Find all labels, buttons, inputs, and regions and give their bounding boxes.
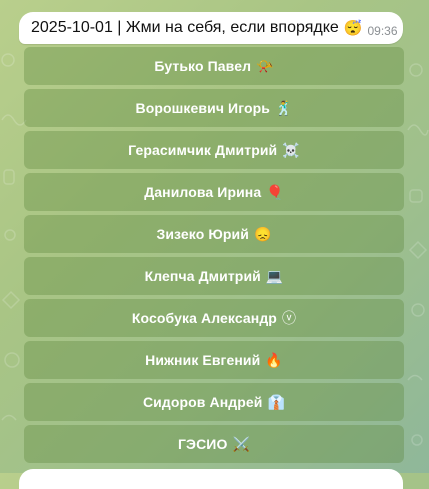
button-label: ГЭСИО (177, 436, 228, 452)
inline-button-gerasimchik[interactable]: Герасимчик Дмитрий ☠️ (24, 131, 404, 169)
circled-v-icon: ⓥ (281, 310, 297, 326)
inline-button-zizeko[interactable]: Зизеко Юрий 😞 (24, 215, 404, 253)
inline-button-voroshkevich[interactable]: Ворошкевич Игорь 🕺 (24, 89, 404, 127)
inline-button-sidorov[interactable]: Сидоров Андрей 👔 (24, 383, 404, 421)
inline-button-butko[interactable]: Бутько Павел 📯 (24, 47, 404, 85)
message-timestamp: 09:36 (367, 24, 398, 38)
laptop-icon: 💻 (265, 267, 284, 284)
button-label: Герасимчик Дмитрий (128, 142, 278, 158)
crossed-swords-icon: ⚔️ (232, 435, 250, 452)
inline-keyboard: Бутько Павел 📯 Ворошкевич Игорь 🕺 Герасимч… (24, 47, 404, 467)
postal-horn-icon: 📯 (256, 57, 274, 74)
button-label: Кособука Александр (131, 310, 277, 326)
button-label: Ворошкевич Игорь (135, 100, 270, 116)
button-label: Сидоров Андрей (142, 394, 263, 410)
inline-button-danilova[interactable]: Данилова Ирина 🎈 (24, 173, 404, 211)
dancer-icon: 🕺 (274, 99, 293, 116)
skull-crossbones-icon: ☠️ (282, 141, 300, 158)
button-label: Данилова Ирина (144, 184, 262, 200)
inline-button-kosobuka[interactable]: Кособука Александр ⓥ (24, 299, 404, 337)
next-message-bubble-edge (19, 469, 403, 489)
inline-button-gesio[interactable]: ГЭСИО ⚔️ (24, 425, 404, 463)
message-bubble: 2025-10-01 | Жми на себя, если впорядке … (19, 12, 403, 44)
inline-button-nizhnik[interactable]: Нижник Евгений 🔥 (24, 341, 404, 379)
button-label: Клепча Дмитрий (144, 268, 261, 284)
disappointed-face-icon: 😞 (253, 225, 272, 242)
button-label: Бутько Павел (154, 58, 252, 74)
necktie-shirt-icon: 👔 (267, 393, 286, 410)
button-label: Зизеко Юрий (156, 226, 249, 242)
balloon-icon: 🎈 (266, 183, 284, 200)
button-label: Нижник Евгений (145, 352, 261, 368)
inline-button-klepcha[interactable]: Клепча Дмитрий 💻 (24, 257, 404, 295)
fire-icon: 🔥 (265, 351, 283, 368)
message-text: 2025-10-01 | Жми на себя, если впорядке (31, 19, 339, 36)
sleeping-emoji-icon: 😴 (343, 20, 363, 37)
